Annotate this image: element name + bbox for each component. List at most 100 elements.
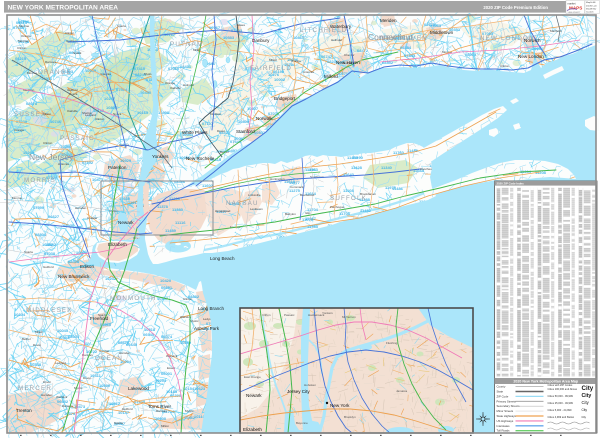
- svg-text:Clinton: Clinton: [183, 297, 193, 301]
- svg-text:08034: 08034: [68, 334, 80, 339]
- svg-text:Clinton: Clinton: [65, 31, 75, 35]
- svg-text:08958: 08958: [68, 259, 80, 264]
- svg-text:City: City: [582, 400, 590, 405]
- svg-text:07843: 07843: [404, 53, 416, 58]
- svg-text:Mt Vernon: Mt Vernon: [342, 315, 356, 319]
- svg-text:10294: 10294: [155, 378, 167, 383]
- svg-text:11963: 11963: [307, 167, 319, 172]
- svg-text:NEW YORK METROPOLITAN AREA: NEW YORK METROPOLITAN AREA: [8, 4, 119, 11]
- svg-text:Passaic: Passaic: [284, 313, 295, 317]
- svg-text:Jersey City: Jersey City: [287, 389, 310, 394]
- svg-text:10382: 10382: [42, 242, 54, 247]
- svg-text:Edison: Edison: [80, 264, 94, 269]
- svg-text:Minor Streets: Minor Streets: [497, 409, 514, 413]
- svg-text:Cities with ZIP Codes: Cities with ZIP Codes: [548, 383, 573, 387]
- svg-text:Freehold: Freehold: [90, 316, 109, 321]
- svg-text:Guilford: Guilford: [43, 265, 54, 269]
- svg-text:07410: 07410: [134, 66, 146, 71]
- svg-text:Danbury: Danbury: [252, 38, 270, 43]
- svg-text:10304: 10304: [14, 312, 26, 317]
- svg-text:FAIRFIELD: FAIRFIELD: [250, 65, 292, 72]
- svg-text:PASSAIC: PASSAIC: [60, 135, 95, 142]
- svg-text:Paterson: Paterson: [108, 165, 127, 170]
- svg-text:11383: 11383: [172, 207, 184, 212]
- svg-text:New Jersey: New Jersey: [29, 152, 74, 162]
- svg-text:MAPS: MAPS: [569, 6, 582, 11]
- svg-text:10165: 10165: [137, 110, 149, 115]
- svg-text:06627: 06627: [48, 214, 60, 219]
- svg-text:Mystic: Mystic: [74, 386, 83, 390]
- svg-text:Elizabeth: Elizabeth: [108, 242, 127, 247]
- svg-text:10865: 10865: [293, 35, 305, 40]
- svg-text:08215: 08215: [15, 56, 27, 61]
- svg-text:08963: 08963: [430, 23, 442, 28]
- svg-text:East Orange: East Orange: [244, 375, 261, 379]
- svg-text:Sparta: Sparta: [114, 421, 123, 425]
- svg-text:Cities 25,000 - 49,999: Cities 25,000 - 49,999: [548, 401, 574, 405]
- svg-text:Clinton: Clinton: [95, 117, 105, 121]
- svg-text:06651: 06651: [161, 285, 173, 290]
- svg-text:Hoboken: Hoboken: [304, 383, 316, 387]
- svg-text:Holmdel: Holmdel: [331, 38, 342, 42]
- svg-text:11482: 11482: [360, 208, 372, 213]
- svg-text:Milton: Milton: [35, 330, 43, 334]
- svg-text:Ledyard: Ledyard: [55, 361, 66, 365]
- svg-text:10045: 10045: [57, 328, 69, 333]
- svg-text:Connecticut: Connecticut: [368, 32, 414, 42]
- svg-text:11340: 11340: [381, 165, 393, 170]
- svg-text:City: City: [582, 385, 594, 392]
- svg-text:10809: 10809: [238, 119, 250, 124]
- svg-text:Newark: Newark: [118, 220, 134, 225]
- svg-text:Bethel: Bethel: [22, 337, 31, 341]
- svg-text:Oakville: Oakville: [170, 86, 181, 90]
- svg-text:Bayonne: Bayonne: [296, 421, 308, 425]
- svg-text:10929: 10929: [120, 158, 132, 163]
- svg-text:New York: New York: [330, 403, 350, 408]
- svg-text:Custom: Custom: [586, 11, 594, 14]
- svg-text:Ledyard: Ledyard: [85, 113, 96, 117]
- svg-text:11116: 11116: [175, 220, 186, 225]
- svg-text:10583: 10583: [223, 35, 235, 40]
- svg-text:Cities 50,000 - 99,999: Cities 50,000 - 99,999: [548, 394, 574, 398]
- svg-text:10411: 10411: [90, 373, 102, 378]
- svg-text:Newark: Newark: [246, 393, 262, 398]
- svg-text:Clinton: Clinton: [17, 46, 27, 50]
- svg-text:Hempstead: Hempstead: [215, 209, 231, 213]
- svg-text:Yonkers: Yonkers: [152, 154, 169, 159]
- svg-text:10330: 10330: [119, 196, 131, 201]
- svg-text:Milford: Milford: [324, 74, 338, 79]
- svg-text:Bridgeport: Bridgeport: [274, 96, 296, 101]
- svg-text:State Highways: State Highways: [497, 414, 517, 418]
- svg-text:11317: 11317: [305, 216, 317, 221]
- svg-text:Milton: Milton: [161, 424, 169, 428]
- svg-text:Cities 4,999 and Below: Cities 4,999 and Below: [548, 415, 575, 419]
- svg-text:06945: 06945: [143, 332, 155, 337]
- svg-text:Monroe: Monroe: [19, 24, 30, 28]
- svg-text:Flushing: Flushing: [386, 341, 398, 345]
- svg-text:Guilford: Guilford: [122, 407, 133, 411]
- svg-text:07590: 07590: [33, 205, 45, 210]
- svg-text:Dover: Dover: [217, 129, 225, 133]
- svg-text:10939: 10939: [85, 68, 97, 73]
- svg-text:Cities 5,000 - 24,999: Cities 5,000 - 24,999: [548, 408, 572, 412]
- svg-text:Clifton: Clifton: [262, 313, 271, 317]
- svg-text:PUTNAM: PUTNAM: [170, 41, 203, 48]
- svg-text:Norwich: Norwich: [524, 38, 541, 43]
- svg-text:Waterbury: Waterbury: [330, 24, 352, 29]
- svg-text:Norwalk: Norwalk: [256, 116, 273, 121]
- svg-text:10408: 10408: [158, 110, 170, 115]
- svg-text:10407: 10407: [247, 106, 259, 111]
- svg-text:Asbury Park: Asbury Park: [194, 326, 220, 331]
- svg-text:ZIP Code: ZIP Code: [497, 394, 509, 398]
- svg-text:MERCER: MERCER: [18, 385, 52, 392]
- svg-text:Ansonia: Ansonia: [58, 162, 69, 166]
- svg-text:City: City: [582, 393, 592, 399]
- svg-text:Milton: Milton: [269, 58, 277, 62]
- svg-text:Monroe: Monroe: [18, 39, 29, 43]
- svg-text:City: City: [582, 415, 587, 419]
- svg-text:Ramsey: Ramsey: [62, 404, 74, 408]
- svg-text:Madison: Madison: [210, 112, 222, 116]
- svg-text:MIDDLESEX: MIDDLESEX: [26, 307, 73, 314]
- svg-text:2020 ZIP Code Index: 2020 ZIP Code Index: [497, 182, 525, 186]
- svg-text:Chester: Chester: [344, 53, 355, 57]
